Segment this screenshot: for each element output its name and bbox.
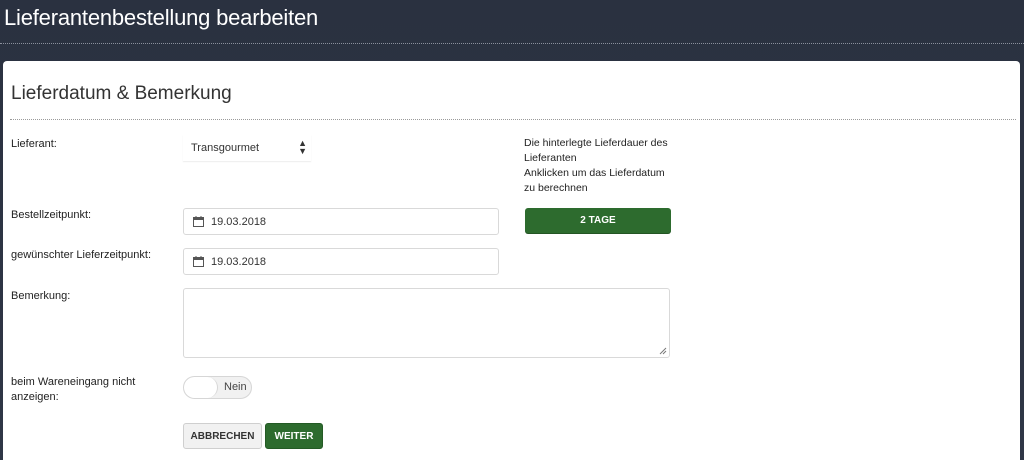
hide-on-receipt-label-line-1: beim Wareneingang nicht [11,376,136,388]
calculate-days-button[interactable]: 2 TAGE [525,208,671,234]
hint-line-3: Anklicken um das Lieferdatum [524,167,665,179]
supplier-label: Lieferant: [11,138,57,150]
page-header: Lieferantenbestellung bearbeiten [0,0,1024,44]
hint-line-4: zu berechnen [524,182,588,194]
remark-label: Bemerkung: [11,290,71,302]
supplier-select-value: Transgourmet [191,142,260,154]
supplier-select[interactable]: Transgourmet ▲ ▼ [183,135,311,161]
order-time-label: Bestellzeitpunkt: [11,209,92,221]
page-title: Lieferantenbestellung bearbeiten [4,5,319,30]
delivery-time-input[interactable]: 19.03.2018 [183,248,499,275]
calendar-icon [193,216,204,227]
form-panel: Lieferdatum & Bemerkung Lieferant: Trans… [3,61,1020,460]
hide-on-receipt-label: beim Wareneingang nicht anzeigen: [11,375,135,405]
toggle-state-text: Nein [224,381,247,393]
hint-line-2: Lieferanten [524,152,577,164]
delivery-time-value: 19.03.2018 [211,256,267,268]
next-button[interactable]: WEITER [265,423,323,449]
sort-arrows-icon: ▲ ▼ [298,138,307,156]
order-time-input[interactable]: 19.03.2018 [183,208,499,235]
delivery-time-label: gewünschter Lieferzeitpunkt: [11,249,152,261]
remark-textarea[interactable] [183,288,670,358]
hint-line-1: Die hinterlegte Lieferdauer des [524,137,668,149]
section-divider [10,119,1016,120]
order-time-value: 19.03.2018 [211,216,267,228]
resize-grip-icon[interactable] [659,347,667,355]
hide-on-receipt-label-line-2: anzeigen: [11,391,59,403]
cancel-button[interactable]: ABBRECHEN [183,423,262,449]
delivery-duration-hint: Die hinterlegte Lieferdauer des Lieferan… [524,136,684,196]
calendar-icon [193,256,204,267]
toggle-knob [184,377,218,398]
header-divider [0,43,1024,44]
hide-on-receipt-toggle[interactable]: Nein [183,376,252,399]
section-title: Lieferdatum & Bemerkung [11,83,232,104]
